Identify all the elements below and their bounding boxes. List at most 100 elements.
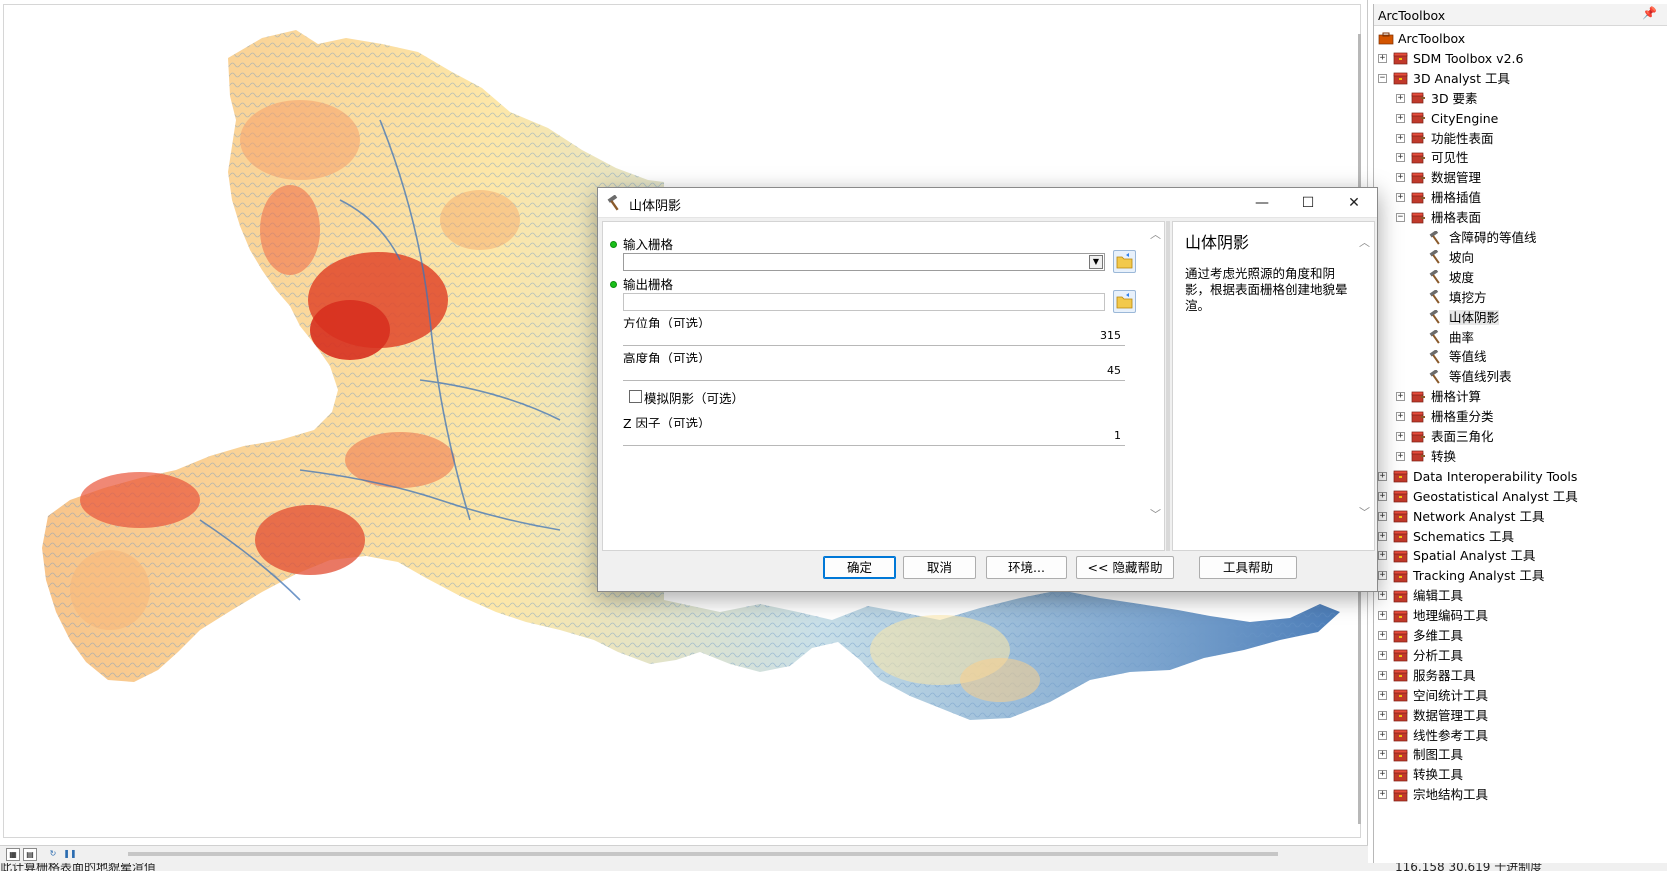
tree-item[interactable]: ArcToolbox <box>1378 28 1465 47</box>
chevron-down-icon[interactable]: ﹀ <box>1150 506 1161 522</box>
tree-item[interactable]: 等值线 <box>1414 346 1487 365</box>
cancel-button[interactable]: 取消 <box>903 556 976 579</box>
tree-item[interactable]: 等值线列表 <box>1414 366 1512 385</box>
tree-item[interactable]: + 数据管理工具 <box>1378 705 1488 724</box>
help-body: 通过考虑光照源的角度和阴影，根据表面栅格创建地貌晕渲。 <box>1185 266 1348 313</box>
expand-icon[interactable]: + <box>1378 790 1387 800</box>
tree-item[interactable]: + 栅格插值 <box>1396 187 1481 206</box>
tree-item[interactable]: + Geostatistical Analyst 工具 <box>1378 486 1578 505</box>
pause-icon[interactable]: ❚❚ <box>63 848 77 861</box>
tree-item[interactable]: + 制图工具 <box>1378 744 1463 763</box>
tree-item[interactable]: + 空间统计工具 <box>1378 685 1488 704</box>
expand-icon[interactable]: + <box>1396 113 1405 123</box>
collapse-icon[interactable]: − <box>1396 213 1405 223</box>
tree-item[interactable]: + Tracking Analyst 工具 <box>1378 565 1544 584</box>
tree-item[interactable]: + 数据管理 <box>1396 167 1481 186</box>
tree-item[interactable]: + Data Interoperability Tools <box>1378 466 1577 485</box>
tree-item[interactable]: + SDM Toolbox v2.6 <box>1378 48 1523 67</box>
parameters-scrollbar[interactable]: ︿ ﹀ <box>1148 224 1162 548</box>
expand-icon[interactable]: + <box>1378 591 1387 601</box>
expand-icon[interactable]: + <box>1378 631 1387 640</box>
expand-icon[interactable]: + <box>1396 193 1405 203</box>
expand-icon[interactable]: + <box>1378 551 1387 561</box>
expand-icon[interactable]: + <box>1378 750 1387 760</box>
tree-item[interactable]: 填挖方 <box>1414 287 1487 306</box>
expand-icon[interactable]: + <box>1378 670 1387 680</box>
tree-item[interactable]: + 栅格重分类 <box>1396 406 1494 425</box>
tree-item[interactable]: 含障碍的等值线 <box>1414 227 1537 246</box>
tree-item[interactable]: 坡度 <box>1414 267 1474 286</box>
model-shadows-checkbox[interactable] <box>629 390 642 403</box>
tree-item[interactable]: + 分析工具 <box>1378 645 1463 664</box>
expand-icon[interactable]: + <box>1378 53 1387 63</box>
output-browse-button[interactable] <box>1113 290 1136 313</box>
tree-item[interactable]: + 栅格计算 <box>1396 386 1481 405</box>
altitude-input[interactable]: 45 <box>623 363 1125 381</box>
expand-icon[interactable]: + <box>1378 690 1387 700</box>
pin-icon[interactable]: 📌 <box>1642 6 1657 20</box>
tree-item[interactable]: + 功能性表面 <box>1396 128 1494 147</box>
expand-icon[interactable]: + <box>1396 173 1405 183</box>
hide-help-button[interactable]: << 隐藏帮助 <box>1076 556 1174 579</box>
output-raster-field[interactable] <box>623 293 1105 311</box>
map-horizontal-scrollbar[interactable] <box>128 852 1278 856</box>
tree-item[interactable]: 山体阴影 <box>1414 307 1500 326</box>
pane-splitter[interactable] <box>1166 221 1170 551</box>
expand-icon[interactable]: + <box>1378 650 1387 660</box>
expand-icon[interactable]: + <box>1378 531 1387 541</box>
tree-item[interactable]: + 宗地结构工具 <box>1378 784 1488 803</box>
close-button[interactable]: ✕ <box>1331 188 1377 218</box>
azimuth-input[interactable]: 315 <box>623 328 1125 346</box>
expand-icon[interactable]: + <box>1378 710 1387 720</box>
tree-item[interactable]: + 服务器工具 <box>1378 665 1476 684</box>
tree-item[interactable]: + Network Analyst 工具 <box>1378 506 1545 525</box>
tree-item[interactable]: + 多维工具 <box>1378 625 1463 644</box>
expand-icon[interactable]: + <box>1378 730 1387 740</box>
expand-icon[interactable]: + <box>1378 491 1387 501</box>
expand-icon[interactable]: + <box>1378 770 1387 780</box>
tree-item[interactable]: + 表面三角化 <box>1396 426 1494 445</box>
refresh-icon[interactable]: ↻ <box>46 848 60 861</box>
tree-item[interactable]: 坡向 <box>1414 247 1474 266</box>
expand-icon[interactable]: + <box>1396 93 1405 103</box>
tool-help-button[interactable]: 工具帮助 <box>1199 556 1297 579</box>
tree-item[interactable]: + 地理编码工具 <box>1378 605 1488 624</box>
dialog-titlebar[interactable]: 山体阴影 — ☐ ✕ <box>598 188 1377 218</box>
maximize-button[interactable]: ☐ <box>1285 188 1331 218</box>
tree-item[interactable]: + 转换工具 <box>1378 764 1463 783</box>
expand-icon[interactable]: + <box>1396 153 1405 163</box>
tree-item[interactable]: + 转换 <box>1396 446 1456 465</box>
tree-item[interactable]: + Spatial Analyst 工具 <box>1378 545 1535 564</box>
tree-item[interactable]: + 线性参考工具 <box>1378 725 1488 744</box>
expand-icon[interactable]: + <box>1378 471 1387 481</box>
expand-icon[interactable]: + <box>1396 392 1405 402</box>
tree-item[interactable]: − 3D Analyst 工具 <box>1378 68 1510 87</box>
layout-view-icon[interactable]: ▤ <box>23 848 37 861</box>
chevron-up-icon[interactable]: ︿ <box>1359 234 1370 250</box>
tree-item[interactable]: +3D 要素 <box>1396 88 1478 107</box>
expand-icon[interactable]: + <box>1378 571 1387 581</box>
input-raster-combo[interactable]: ▼ <box>623 253 1105 271</box>
ok-button[interactable]: 确定 <box>823 556 896 579</box>
expand-icon[interactable]: + <box>1396 432 1405 441</box>
expand-icon[interactable]: + <box>1378 611 1387 621</box>
environments-button[interactable]: 环境... <box>986 556 1067 579</box>
chevron-down-icon[interactable]: ﹀ <box>1359 504 1370 520</box>
z-factor-input[interactable]: 1 <box>623 428 1125 446</box>
tree-item[interactable]: + Schematics 工具 <box>1378 526 1514 545</box>
expand-icon[interactable]: + <box>1396 133 1405 143</box>
chevron-up-icon[interactable]: ︿ <box>1150 226 1161 242</box>
tree-item[interactable]: + 可见性 <box>1396 147 1469 166</box>
chevron-down-icon[interactable]: ▼ <box>1089 255 1103 269</box>
input-browse-button[interactable] <box>1113 250 1136 273</box>
expand-icon[interactable]: + <box>1396 451 1405 461</box>
expand-icon[interactable]: + <box>1378 511 1387 521</box>
tree-item[interactable]: + CityEngine <box>1396 108 1498 127</box>
minimize-button[interactable]: — <box>1239 188 1285 218</box>
tree-item[interactable]: − 栅格表面 <box>1396 207 1481 226</box>
collapse-icon[interactable]: − <box>1378 73 1387 83</box>
data-view-icon[interactable]: ▦ <box>6 848 20 861</box>
tree-item[interactable]: 曲率 <box>1414 327 1474 346</box>
tree-item[interactable]: + 编辑工具 <box>1378 585 1463 604</box>
expand-icon[interactable]: + <box>1396 412 1405 422</box>
